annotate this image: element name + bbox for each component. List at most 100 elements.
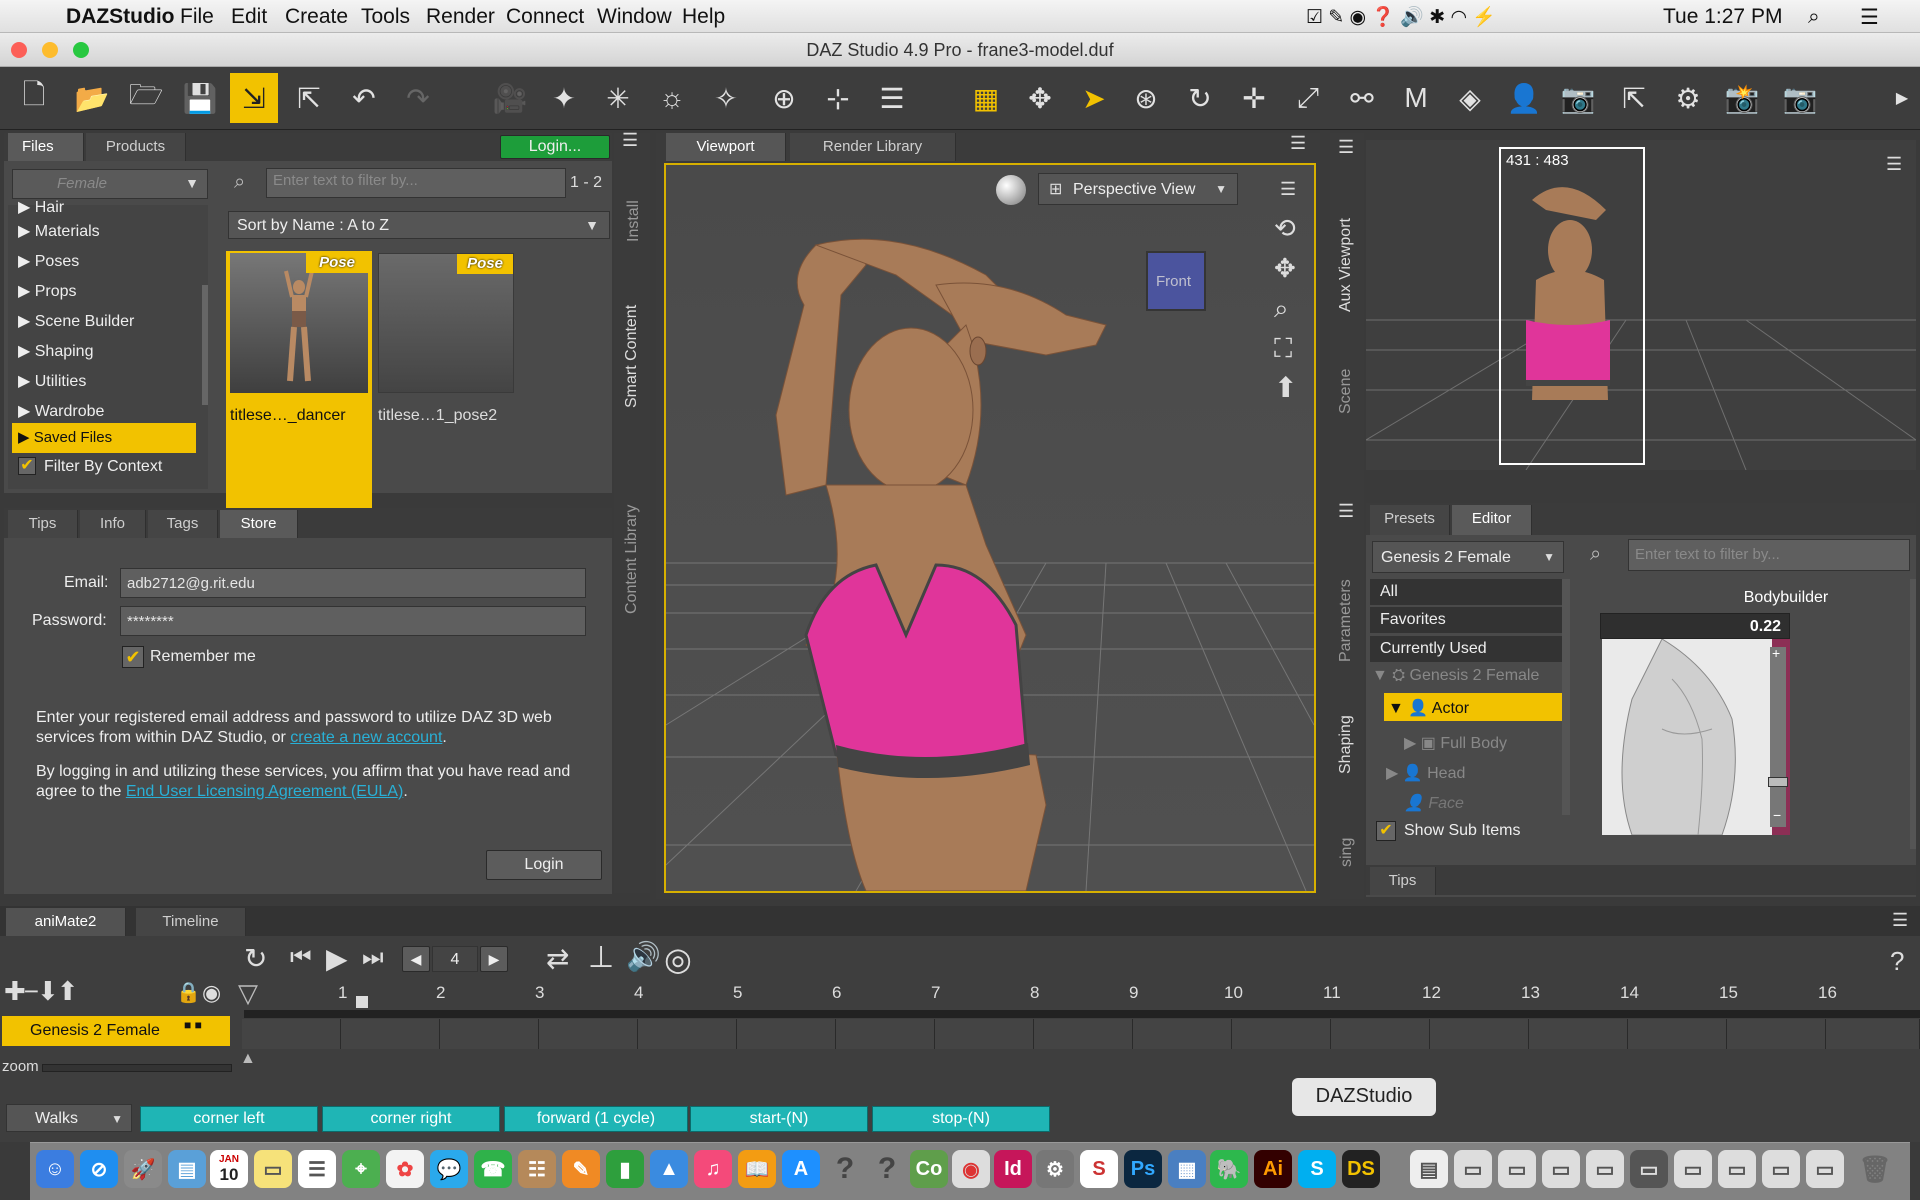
track-cell[interactable] bbox=[539, 1019, 638, 1049]
photoshop-icon[interactable]: Ps bbox=[1124, 1150, 1162, 1188]
toolbar-overflow-icon[interactable]: ▶ bbox=[1888, 73, 1916, 123]
rotate-icon[interactable]: ↻ bbox=[1176, 73, 1224, 123]
create-null-icon[interactable]: ⊹ bbox=[814, 73, 862, 123]
side-tab-install[interactable]: Install bbox=[625, 182, 643, 242]
side-tab-aux-viewport[interactable]: Aux Viewport bbox=[1337, 192, 1355, 312]
tree-item-materials[interactable]: ▶ Materials bbox=[18, 221, 100, 241]
save-icon[interactable]: 💾 bbox=[176, 73, 224, 123]
tree-item-hair[interactable]: ▶ Hair bbox=[18, 197, 64, 217]
menu-render[interactable]: Render bbox=[426, 5, 495, 29]
thumb-pose2[interactable]: Pose bbox=[378, 253, 514, 393]
eye-icon[interactable]: ◉ bbox=[202, 980, 221, 1006]
redo-icon[interactable]: ↷ bbox=[394, 73, 442, 123]
track-cell[interactable] bbox=[1331, 1019, 1430, 1049]
status-icons[interactable]: ☑ ✎ ◉ ❓ 🔊 ✱ ◠ ⚡ bbox=[1306, 5, 1496, 29]
track-cell[interactable] bbox=[242, 1019, 341, 1049]
tree-item-scene-builder[interactable]: ▶ Scene Builder bbox=[18, 311, 134, 331]
thumb-dancer[interactable]: Pose bbox=[230, 253, 368, 393]
window-thumb-icon[interactable]: ▭ bbox=[1762, 1150, 1800, 1188]
evernote-icon[interactable]: 🐘 bbox=[1210, 1150, 1248, 1188]
import-icon[interactable]: ⇲ bbox=[230, 73, 278, 123]
slider-handle[interactable] bbox=[1768, 777, 1788, 787]
sketchup-icon[interactable]: S bbox=[1080, 1150, 1118, 1188]
aux-viewport[interactable]: 431 : 483 ☰ bbox=[1366, 140, 1916, 470]
sort-dropdown[interactable]: Sort by Name : A to Z ▼ bbox=[228, 211, 610, 239]
maps-icon[interactable]: ⌖ bbox=[342, 1150, 380, 1188]
menu-create[interactable]: Create bbox=[285, 5, 348, 29]
side-tab-posing[interactable]: sing bbox=[1338, 817, 1356, 867]
menu-help[interactable]: Help bbox=[682, 5, 725, 29]
tree-scrollbar[interactable] bbox=[1562, 579, 1570, 815]
track-cell[interactable] bbox=[737, 1019, 836, 1049]
add-sound-icon[interactable]: 🔊 bbox=[626, 940, 661, 973]
joint-editor-icon[interactable]: ⚯ bbox=[1338, 73, 1386, 123]
render-camera-icon[interactable]: 📷 bbox=[1554, 73, 1602, 123]
bodybuilder-thumbnail[interactable]: + − bbox=[1602, 639, 1790, 835]
create-spotlight-icon[interactable]: ✦ bbox=[540, 73, 588, 123]
spotlight-icon[interactable]: ⌕ bbox=[1808, 5, 1820, 29]
track-cell[interactable] bbox=[1232, 1019, 1331, 1049]
translate-icon[interactable]: ✛ bbox=[1230, 73, 1278, 123]
frame-icon[interactable]: ⛶ bbox=[1274, 333, 1292, 365]
tree-item-face[interactable]: 👤 Face bbox=[1404, 793, 1464, 813]
view-cube[interactable]: Front bbox=[1146, 251, 1206, 311]
tab-tags[interactable]: Tags bbox=[148, 510, 218, 538]
create-primitive-icon[interactable]: ⊕ bbox=[760, 73, 808, 123]
sync-icon[interactable]: ⇄ bbox=[546, 942, 569, 975]
morph-slider-track[interactable]: + − bbox=[1768, 645, 1788, 827]
tab-animate2[interactable]: aniMate2 bbox=[6, 908, 126, 936]
trash-icon[interactable]: 🗑 bbox=[1856, 1150, 1894, 1188]
clip-stop[interactable]: stop-(N) bbox=[872, 1106, 1050, 1132]
panel-menu-icon[interactable]: ☰ bbox=[622, 130, 638, 151]
tab-presets[interactable]: Presets bbox=[1370, 505, 1450, 535]
tree-root-genesis[interactable]: ▼ ⛭ Genesis 2 Female bbox=[1372, 667, 1539, 685]
pages-icon[interactable]: ✎ bbox=[562, 1150, 600, 1188]
window-thumb-icon[interactable]: ▭ bbox=[1586, 1150, 1624, 1188]
app-menu[interactable]: DAZStudio bbox=[66, 5, 174, 29]
open-icon[interactable]: 📂 bbox=[68, 73, 116, 123]
render-settings-camera-icon[interactable]: 📸 bbox=[1718, 73, 1766, 123]
login-button[interactable]: Login... bbox=[500, 135, 610, 159]
chrome-icon[interactable]: ◉ bbox=[952, 1150, 990, 1188]
undo-icon[interactable]: ↶ bbox=[340, 73, 388, 123]
tree-item-shaping[interactable]: ▶ Shaping bbox=[18, 341, 93, 361]
surface-tool-icon[interactable]: ◈ bbox=[1446, 73, 1494, 123]
figure-tool-icon[interactable]: 👤 bbox=[1500, 73, 1548, 123]
tab-viewport[interactable]: Viewport bbox=[666, 133, 786, 161]
contacts-icon[interactable]: ☷ bbox=[518, 1150, 556, 1188]
tab-render-library[interactable]: Render Library bbox=[790, 133, 956, 161]
ibooks-icon[interactable]: 📖 bbox=[738, 1150, 776, 1188]
menu-edit[interactable]: Edit bbox=[231, 5, 267, 29]
filter-input[interactable]: Enter text to filter by... bbox=[266, 168, 566, 198]
surface-selection-icon[interactable]: ⊛ bbox=[1122, 73, 1170, 123]
viewport-canvas[interactable]: ⊞ Perspective View ▼ ☰ Front ⟲ ✥ ⌕ ⛶ ⬆ bbox=[664, 163, 1316, 893]
indesign-icon[interactable]: Id bbox=[994, 1150, 1032, 1188]
app-store-icon[interactable]: A bbox=[782, 1150, 820, 1188]
email-field[interactable]: adb2712@g.rit.edu bbox=[120, 568, 586, 598]
window-thumb-icon[interactable]: ▭ bbox=[1542, 1150, 1580, 1188]
node-selection-icon[interactable]: ➤ bbox=[1070, 73, 1118, 123]
tab-tips[interactable]: Tips bbox=[1370, 867, 1436, 895]
track-cell[interactable] bbox=[836, 1019, 935, 1049]
menu-file[interactable]: File bbox=[180, 5, 214, 29]
preview-icon[interactable]: ▤ bbox=[168, 1150, 206, 1188]
reset-view-icon[interactable]: ⬆ bbox=[1274, 371, 1297, 404]
track-cell[interactable] bbox=[1826, 1019, 1920, 1049]
skip-back-icon[interactable]: ⏮ bbox=[290, 944, 312, 972]
create-distant-light-icon[interactable]: ☼ bbox=[648, 73, 696, 123]
slider-value-field[interactable]: 0.22 bbox=[1600, 613, 1790, 639]
messages-icon[interactable]: 💬 bbox=[430, 1150, 468, 1188]
window-thumb-icon[interactable]: ▭ bbox=[1674, 1150, 1712, 1188]
system-preferences-icon[interactable]: ⚙ bbox=[1036, 1150, 1074, 1188]
track-cell[interactable] bbox=[638, 1019, 737, 1049]
aux-menu-icon[interactable]: ☰ bbox=[1886, 154, 1902, 175]
numbers-icon[interactable]: ▮ bbox=[606, 1150, 644, 1188]
orbit-icon[interactable]: ⟲ bbox=[1274, 213, 1296, 244]
create-pointlight-icon[interactable]: ✳ bbox=[594, 73, 642, 123]
track-cell[interactable] bbox=[1034, 1019, 1133, 1049]
frame-prev-button[interactable]: ◀ bbox=[402, 946, 430, 972]
tree-item-saved-files[interactable]: ▶ Saved Files bbox=[12, 423, 196, 453]
new-scene-icon[interactable]: 🗋 bbox=[10, 73, 58, 123]
current-frame-marker[interactable] bbox=[356, 996, 368, 1008]
figure-dropdown[interactable]: Genesis 2 Female ▼ bbox=[1372, 541, 1564, 573]
